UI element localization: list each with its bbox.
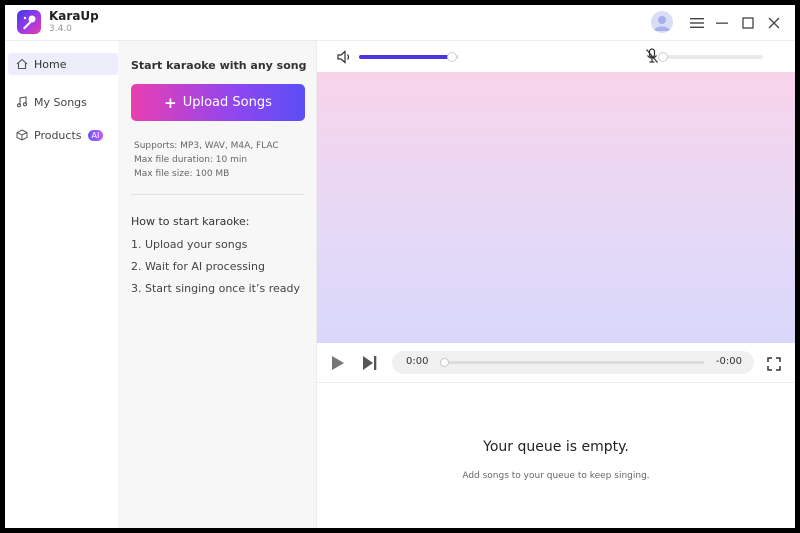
upload-button-label: Upload Songs [182,95,272,110]
cube-icon [16,129,28,141]
volume-bar [317,41,795,72]
volume-slider[interactable] [359,52,459,62]
time-current: 0:00 [406,356,429,367]
player-area: 0:00 -0:00 Your queue is empty. Add song… [317,41,795,528]
mic-slider-knob[interactable] [658,52,668,62]
divider [131,194,305,195]
sidebar-item-label: My Songs [34,95,87,109]
sidebar-item-label: Products [34,128,82,142]
video-display [317,72,795,343]
time-remaining: -0:00 [715,356,742,367]
sidebar-item-label: Home [34,57,67,71]
play-icon[interactable] [331,355,345,375]
queue-empty-subtitle: Add songs to your queue to keep singing. [462,471,650,481]
queue-empty-title: Your queue is empty. [483,439,629,455]
microphone-logo-icon [23,15,36,30]
ai-badge: AI [87,129,104,141]
progress-track[interactable] [440,358,704,367]
sidebar-item-home[interactable]: Home [8,53,118,75]
max-size: Max file size: 100 MB [134,169,230,179]
app-name: KaraUp [49,9,99,23]
plus-icon: + [164,93,177,112]
title-bar: KaraUp 3.4.0 [5,5,795,41]
howto-step: 2. Wait for AI processing [131,260,265,273]
app-window: KaraUp 3.4.0 Home My Songs Products AI S… [5,5,795,528]
fullscreen-icon[interactable] [767,356,781,375]
howto-title: How to start karaoke: [131,215,250,228]
howto-step: 3. Start singing once it’s ready [131,282,300,295]
sidebar-item-my-songs[interactable]: My Songs [8,91,118,113]
panel-title: Start karaoke with any song [131,59,307,72]
maximize-icon[interactable] [736,11,760,35]
playback-controls: 0:00 -0:00 [317,343,795,383]
home-icon [16,58,28,70]
supported-formats: Supports: MP3, WAV, M4A, FLAC [134,141,279,151]
mic-volume-slider[interactable] [658,52,763,62]
close-icon[interactable] [762,11,786,35]
volume-slider-knob[interactable] [447,52,457,62]
music-note-icon [16,96,28,108]
speaker-icon[interactable] [337,49,353,68]
user-avatar-icon[interactable] [651,11,673,33]
mic-muted-icon[interactable] [645,48,659,68]
upload-panel: Start karaoke with any song + Upload Son… [118,41,317,528]
minimize-icon[interactable] [710,11,734,35]
menu-icon[interactable] [685,11,709,35]
progress-knob[interactable] [440,358,449,367]
progress-bar: 0:00 -0:00 [392,351,754,374]
app-logo [17,10,41,34]
sidebar-item-products[interactable]: Products AI [8,124,118,146]
howto-step: 1. Upload your songs [131,238,248,251]
app-version: 3.4.0 [49,24,72,34]
volume-slider-fill [359,55,452,59]
upload-songs-button[interactable]: + Upload Songs [131,84,305,121]
max-duration: Max file duration: 10 min [134,155,248,165]
sidebar: Home My Songs Products AI [5,41,118,528]
next-track-icon[interactable] [362,355,378,375]
